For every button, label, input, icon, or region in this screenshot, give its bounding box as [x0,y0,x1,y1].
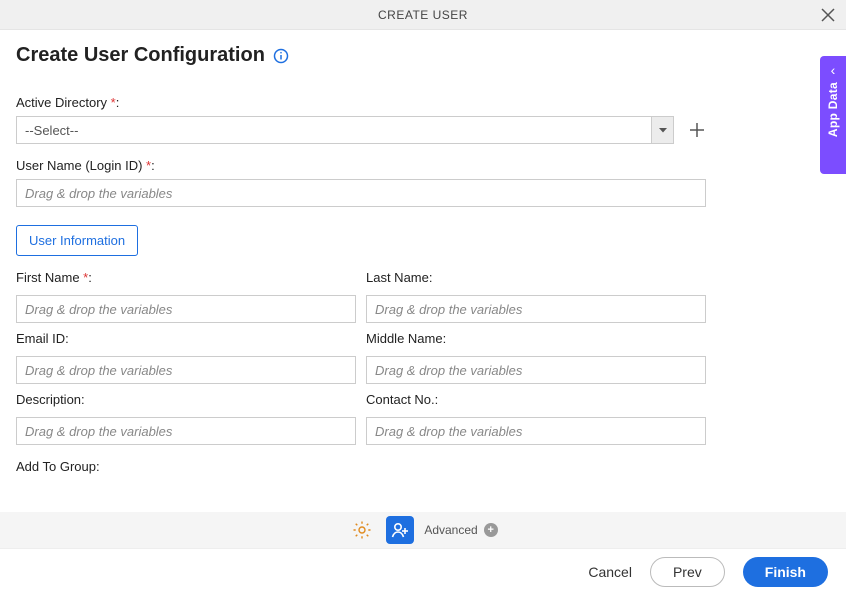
contact-no-label: Contact No.: [366,392,706,407]
user-name-label: User Name (Login ID) *: [16,158,706,173]
description-label: Description: [16,392,356,407]
select-value: --Select-- [17,117,651,143]
email-id-label: Email ID: [16,331,356,346]
plus-circle-icon: + [484,523,498,537]
gear-icon[interactable] [348,516,376,544]
finish-button[interactable]: Finish [743,557,828,587]
description-input[interactable] [16,417,356,445]
footer: Cancel Prev Finish [0,548,846,594]
first-name-input[interactable] [16,295,356,323]
bottom-toolbar: Advanced + [0,512,846,548]
modal-title: CREATE USER [378,8,468,22]
middle-name-input[interactable] [366,356,706,384]
add-to-group-label: Add To Group: [16,459,706,474]
user-plus-icon[interactable] [386,516,414,544]
page-title: Create User Configuration [16,44,265,67]
active-directory-select[interactable]: --Select-- [16,116,674,144]
last-name-label: Last Name: [366,270,706,285]
add-directory-button[interactable] [688,121,706,139]
advanced-label: Advanced [424,523,477,537]
user-name-input[interactable] [16,179,706,207]
modal-header: CREATE USER [0,0,846,30]
close-icon[interactable] [820,7,836,23]
last-name-input[interactable] [366,295,706,323]
info-icon[interactable] [273,48,289,64]
prev-button[interactable]: Prev [650,557,725,587]
first-name-label: First Name *: [16,270,356,285]
cancel-button[interactable]: Cancel [588,564,632,580]
contact-no-input[interactable] [366,417,706,445]
tab-user-information[interactable]: User Information [16,225,138,256]
middle-name-label: Middle Name: [366,331,706,346]
active-directory-label: Active Directory *: [16,95,706,110]
chevron-down-icon[interactable] [651,117,673,143]
email-id-input[interactable] [16,356,356,384]
advanced-toggle[interactable]: Advanced + [424,523,497,537]
